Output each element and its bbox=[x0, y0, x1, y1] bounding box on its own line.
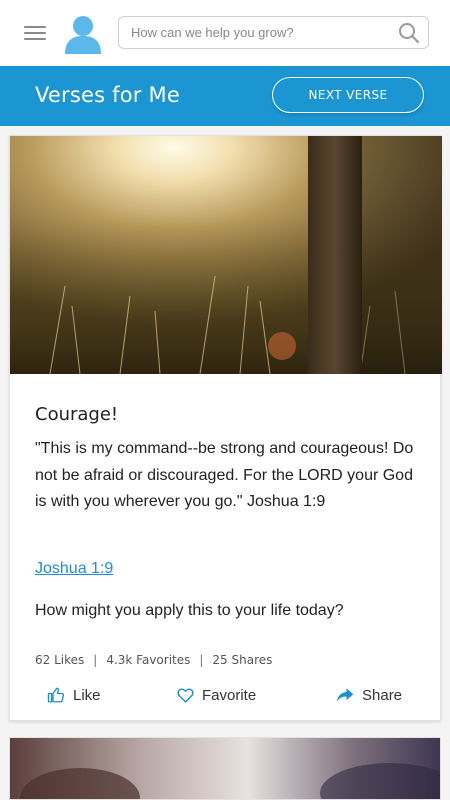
next-verse-card[interactable] bbox=[9, 737, 441, 800]
verse-title: Courage! bbox=[35, 404, 119, 425]
section-header: Verses for Me NEXT VERSE bbox=[0, 66, 450, 126]
verse-card: Courage! "This is my command--be strong … bbox=[9, 135, 442, 721]
top-bar bbox=[0, 0, 450, 66]
search-icon[interactable] bbox=[398, 22, 420, 44]
search-input[interactable] bbox=[131, 17, 391, 48]
engagement-stats: 62 Likes | 4.3k Favorites | 25 Shares bbox=[35, 653, 272, 667]
share-arrow-icon bbox=[336, 688, 354, 702]
search-box[interactable] bbox=[118, 16, 429, 49]
verse-image bbox=[10, 136, 442, 374]
thumbs-up-icon bbox=[47, 687, 65, 703]
favorites-count: 4.3k Favorites bbox=[106, 653, 191, 667]
page-title: Verses for Me bbox=[35, 83, 180, 107]
user-avatar-icon[interactable] bbox=[64, 14, 102, 54]
share-button[interactable]: Share bbox=[336, 683, 402, 707]
next-verse-image bbox=[10, 738, 440, 799]
like-label: Like bbox=[73, 686, 101, 704]
hamburger-menu-icon[interactable] bbox=[24, 24, 46, 42]
verse-reference-link[interactable]: Joshua 1:9 bbox=[35, 560, 113, 578]
share-label: Share bbox=[362, 686, 403, 704]
next-verse-button[interactable]: NEXT VERSE bbox=[272, 77, 424, 113]
shares-count: 25 Shares bbox=[212, 653, 273, 667]
heart-icon bbox=[177, 687, 194, 703]
likes-count: 62 Likes bbox=[35, 653, 85, 667]
like-button[interactable]: Like bbox=[47, 683, 101, 707]
stats-separator: | bbox=[199, 653, 204, 667]
verse-text: "This is my command--be strong and coura… bbox=[35, 440, 414, 510]
favorite-button[interactable]: Favorite bbox=[177, 683, 256, 707]
stats-separator: | bbox=[93, 653, 98, 667]
reflection-prompt: How might you apply this to your life to… bbox=[35, 602, 344, 619]
favorite-label: Favorite bbox=[202, 686, 257, 704]
